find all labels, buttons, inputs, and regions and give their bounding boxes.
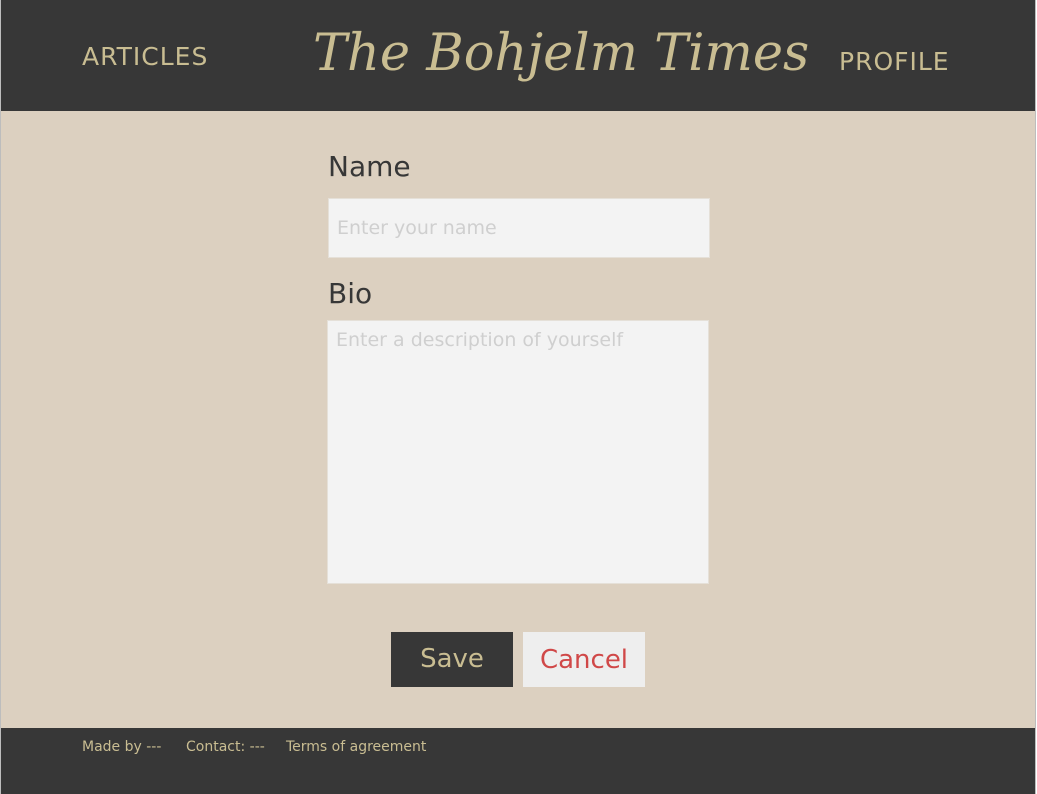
footer-made-by: Made by ---: [82, 739, 162, 755]
bio-label: Bio: [328, 277, 373, 310]
bio-textarea[interactable]: [327, 320, 709, 584]
page-frame: ARTICLES The Bohjelm Times PROFILE Name …: [0, 0, 1036, 794]
cancel-button[interactable]: Cancel: [523, 632, 645, 687]
nav-articles-link[interactable]: ARTICLES: [82, 42, 208, 71]
name-input[interactable]: [328, 198, 710, 258]
site-header: ARTICLES The Bohjelm Times PROFILE: [1, 0, 1035, 111]
nav-profile-link[interactable]: PROFILE: [839, 47, 950, 76]
save-button[interactable]: Save: [391, 632, 513, 687]
footer-contact: Contact: ---: [186, 739, 265, 755]
site-footer: Made by --- Contact: --- Terms of agreem…: [1, 728, 1035, 794]
site-logo[interactable]: The Bohjelm Times: [313, 24, 809, 83]
name-label: Name: [328, 150, 411, 183]
footer-terms-link[interactable]: Terms of agreement: [286, 739, 426, 755]
